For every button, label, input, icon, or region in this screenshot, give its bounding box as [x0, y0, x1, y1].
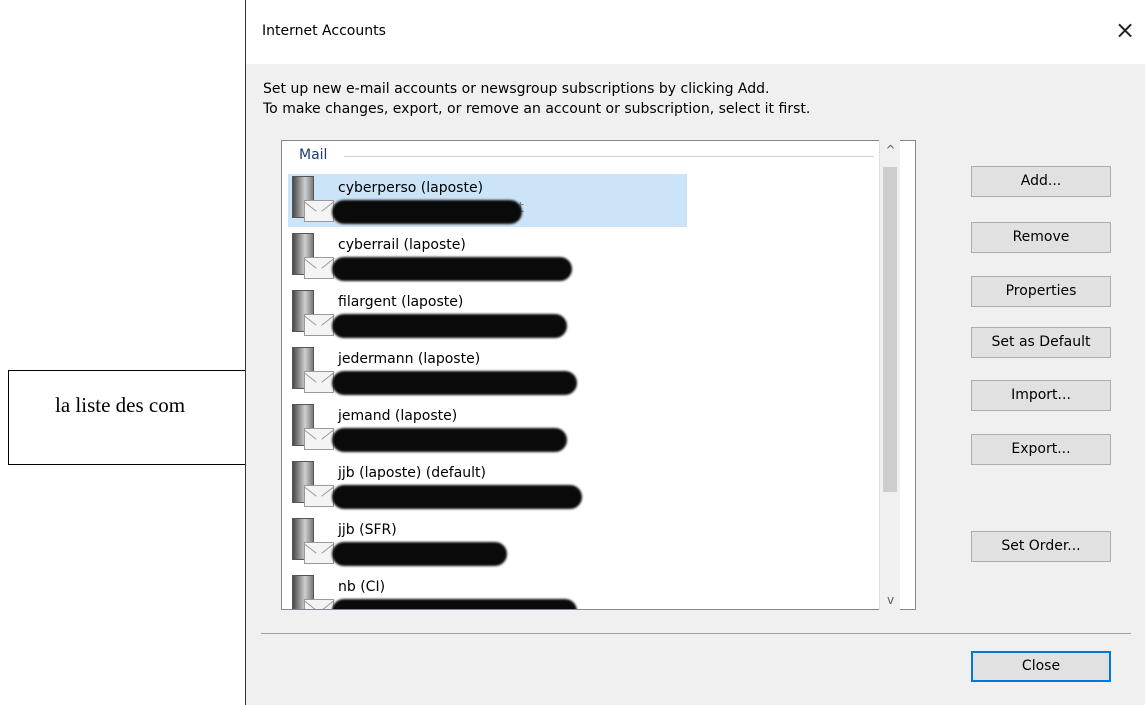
account-item-nb-ci[interactable]: nb (CI)	[288, 573, 688, 609]
account-item-jedermann[interactable]: jedermann (laposte)	[288, 345, 688, 402]
email-redaction	[332, 485, 582, 509]
list-scrollbar[interactable]: ^ v	[879, 140, 900, 610]
account-item-jjb-laposte[interactable]: jjb (laposte) (default)	[288, 459, 688, 516]
account-name: jemand (laposte)	[338, 408, 458, 424]
remove-button[interactable]: Remove	[971, 222, 1111, 253]
scroll-up-icon[interactable]: ^	[880, 140, 901, 160]
mail-account-icon	[290, 575, 334, 609]
account-items: cyberperso (laposte) net cyberrail (lapo…	[288, 174, 908, 609]
group-header-mail: Mail	[299, 147, 328, 163]
account-item-filargent[interactable]: filargent (laposte)	[288, 288, 688, 345]
account-name: jjb (SFR)	[338, 522, 397, 538]
email-redaction	[332, 314, 567, 338]
group-divider	[344, 156, 874, 157]
internet-accounts-dialog: Internet Accounts × Set up new e-mail ac…	[245, 0, 1145, 705]
email-redaction	[332, 200, 522, 224]
mail-account-icon	[290, 404, 334, 450]
dialog-separator	[261, 633, 1131, 634]
account-name: cyberperso (laposte)	[338, 180, 484, 196]
close-icon[interactable]: ×	[1111, 16, 1139, 44]
account-item-jjb-sfr[interactable]: jjb (SFR)	[288, 516, 688, 573]
account-item-cyberperso[interactable]: cyberperso (laposte) net	[288, 174, 687, 227]
mail-account-icon	[290, 347, 334, 393]
instruction-line-1: Set up new e-mail accounts or newsgroup …	[263, 81, 770, 97]
instructions-text: Set up new e-mail accounts or newsgroup …	[263, 79, 810, 119]
export-button[interactable]: Export...	[971, 434, 1111, 465]
instruction-line-2: To make changes, export, or remove an ac…	[263, 101, 811, 117]
account-item-jemand[interactable]: jemand (laposte)	[288, 402, 688, 459]
email-redaction	[332, 599, 577, 609]
import-button[interactable]: Import...	[971, 380, 1111, 411]
scroll-thumb[interactable]	[883, 167, 897, 492]
mail-account-icon	[290, 176, 334, 222]
mail-account-icon	[290, 518, 334, 564]
mail-account-icon	[290, 290, 334, 336]
account-name: jedermann (laposte)	[338, 351, 481, 367]
accounts-list[interactable]: Mail ^ cyberperso (laposte) net cyberrai…	[281, 140, 916, 610]
account-item-cyberrail[interactable]: cyberrail (laposte)	[288, 231, 688, 288]
account-name: nb (CI)	[338, 579, 386, 595]
account-name: filargent (laposte)	[338, 294, 464, 310]
set-as-default-button[interactable]: Set as Default	[971, 327, 1111, 358]
account-name: jjb (laposte) (default)	[338, 465, 486, 481]
set-order-button[interactable]: Set Order...	[971, 531, 1111, 562]
mail-account-icon	[290, 461, 334, 507]
email-redaction	[332, 371, 577, 395]
email-redaction	[332, 542, 507, 566]
email-redaction	[332, 257, 572, 281]
properties-button[interactable]: Properties	[971, 276, 1111, 307]
dialog-title: Internet Accounts	[262, 23, 386, 39]
mail-account-icon	[290, 233, 334, 279]
close-button[interactable]: Close	[971, 651, 1111, 682]
document-callout-text: la liste des com	[55, 393, 186, 417]
scroll-down-icon[interactable]: v	[880, 590, 901, 610]
email-redaction	[332, 428, 567, 452]
dialog-titlebar: Internet Accounts ×	[246, 0, 1145, 64]
account-name: cyberrail (laposte)	[338, 237, 466, 253]
add-button[interactable]: Add...	[971, 166, 1111, 197]
